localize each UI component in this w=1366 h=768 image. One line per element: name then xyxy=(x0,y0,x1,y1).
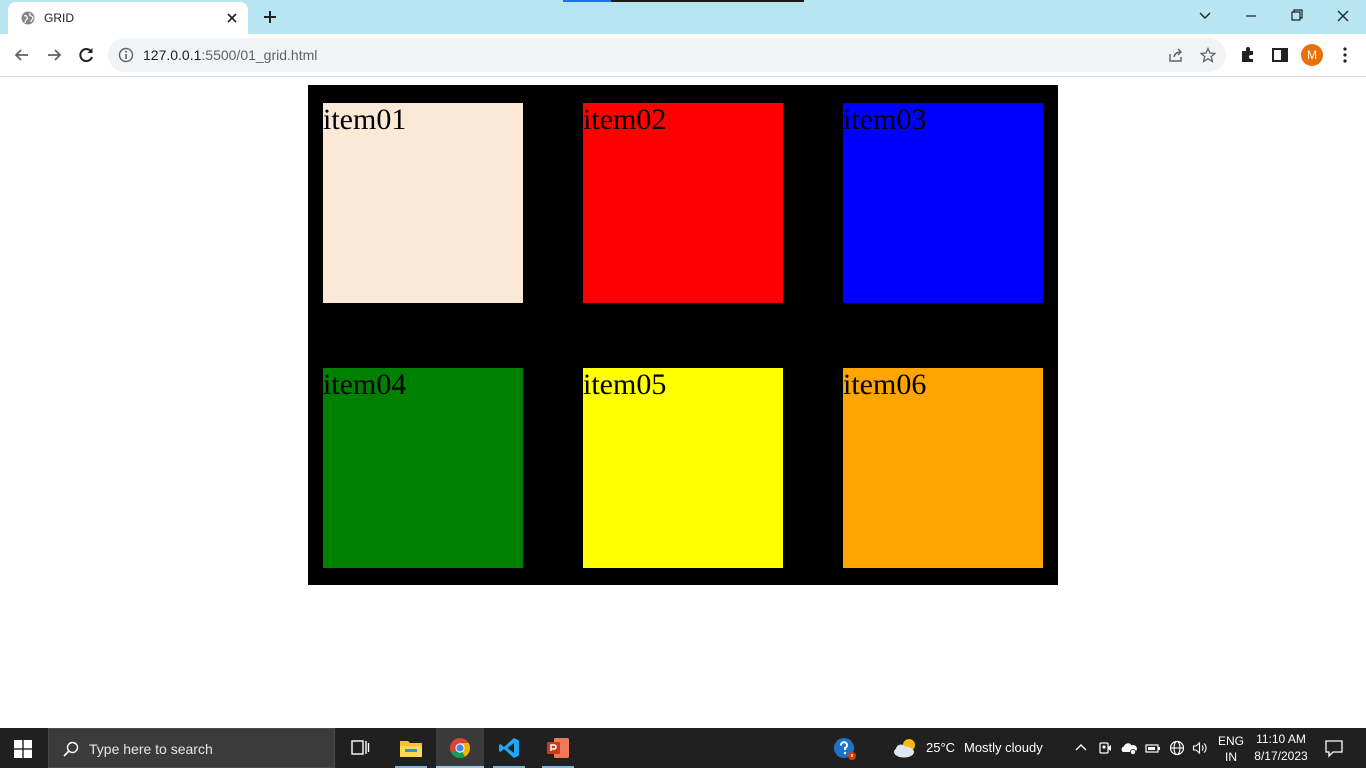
reload-icon[interactable] xyxy=(75,44,97,66)
grid-item-5: item05 xyxy=(583,368,783,568)
notifications-icon[interactable] xyxy=(1324,738,1344,758)
grid-item-6: item06 xyxy=(843,368,1043,568)
share-icon[interactable] xyxy=(1168,47,1184,63)
taskbar: Type here to search 25°C Mostly cloudy E… xyxy=(0,728,1366,768)
powerpoint-icon xyxy=(547,738,569,758)
close-tab-icon[interactable] xyxy=(224,10,240,26)
grid-item-1: item01 xyxy=(323,103,523,303)
browser-toolbar: 127.0.0.1:5500/01_grid.html M xyxy=(0,34,1366,77)
forward-arrow-icon[interactable] xyxy=(43,44,65,66)
browser-tab[interactable]: GRID xyxy=(8,2,248,34)
search-icon xyxy=(63,741,79,757)
windows-start-icon[interactable] xyxy=(14,740,32,758)
onedrive-cloud-icon[interactable] xyxy=(1121,740,1137,756)
tab-strip: GRID xyxy=(0,0,1366,34)
extensions-puzzle-icon[interactable] xyxy=(1238,45,1258,65)
side-panel-icon[interactable] xyxy=(1270,45,1290,65)
clock-time: 11:10 AM xyxy=(1256,732,1306,746)
grid-container: item01 item02 item03 item04 item05 item0… xyxy=(308,85,1058,585)
vscode-button[interactable] xyxy=(485,728,533,768)
site-info-icon[interactable] xyxy=(118,47,134,63)
chrome-icon xyxy=(450,738,471,759)
grid-item-2: item02 xyxy=(583,103,783,303)
close-window-icon[interactable] xyxy=(1332,6,1354,26)
taskbar-search[interactable]: Type here to search xyxy=(48,728,335,768)
help-icon[interactable] xyxy=(833,737,857,761)
meet-now-icon[interactable] xyxy=(1097,740,1113,756)
chevron-up-icon[interactable] xyxy=(1073,740,1089,756)
url-text: 127.0.0.1:5500/01_grid.html xyxy=(143,47,317,63)
network-globe-icon[interactable] xyxy=(1169,740,1185,756)
clock[interactable]: 11:10 AM 8/17/2023 xyxy=(1252,731,1310,765)
tab-search-chevron-icon[interactable] xyxy=(1194,6,1216,26)
task-view-icon xyxy=(351,740,370,755)
vscode-icon xyxy=(499,738,519,758)
url-path: :5500/01_grid.html xyxy=(201,47,318,63)
grid-item-3: item03 xyxy=(843,103,1043,303)
search-placeholder: Type here to search xyxy=(89,741,213,757)
bookmark-star-icon[interactable] xyxy=(1200,47,1216,63)
file-explorer-button[interactable] xyxy=(387,728,435,768)
new-tab-plus-icon[interactable] xyxy=(261,8,279,26)
weather-cloudy-icon[interactable] xyxy=(892,737,920,759)
minimize-icon[interactable] xyxy=(1240,6,1262,26)
battery-icon[interactable] xyxy=(1145,740,1161,756)
menu-kebab-icon[interactable] xyxy=(1335,45,1355,65)
clock-date: 8/17/2023 xyxy=(1254,749,1308,763)
language-code: ENG xyxy=(1218,734,1245,748)
url-host: 127.0.0.1 xyxy=(143,47,202,63)
powerpoint-button[interactable] xyxy=(534,728,582,768)
address-bar[interactable]: 127.0.0.1:5500/01_grid.html xyxy=(108,38,1226,72)
grid-item-4: item04 xyxy=(323,368,523,568)
chrome-button[interactable] xyxy=(436,728,484,768)
volume-icon[interactable] xyxy=(1192,740,1208,756)
profile-avatar[interactable]: M xyxy=(1301,44,1323,66)
back-arrow-icon[interactable] xyxy=(11,44,33,66)
restore-icon[interactable] xyxy=(1286,6,1308,26)
task-view-button[interactable] xyxy=(336,728,384,768)
input-language-indicator[interactable]: ENG IN xyxy=(1218,733,1244,765)
tab-strip-indicator xyxy=(563,0,804,2)
weather-temperature[interactable]: 25°C xyxy=(926,740,955,755)
region-code: IN xyxy=(1225,750,1237,764)
folder-icon xyxy=(400,741,422,757)
tab-title: GRID xyxy=(44,11,74,25)
globe-icon xyxy=(21,11,35,25)
weather-condition[interactable]: Mostly cloudy xyxy=(964,740,1043,755)
